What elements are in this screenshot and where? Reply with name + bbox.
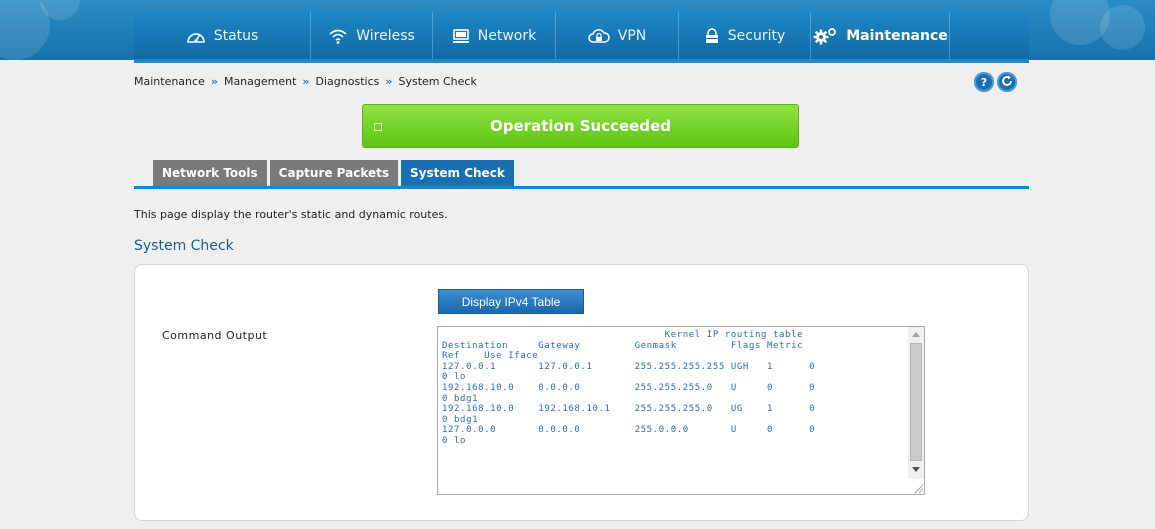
nav-label-security: Security [727, 28, 786, 44]
help-icon: ? [980, 75, 988, 89]
main-navigation: Status Wireless Network VPN Security Mai… [134, 12, 1029, 60]
tabs-underline [134, 186, 1029, 189]
breadcrumb-item[interactable]: Management [224, 75, 296, 88]
lock-icon [704, 28, 720, 44]
nav-item-vpn[interactable]: VPN [555, 12, 678, 60]
scroll-thumb[interactable] [910, 343, 922, 461]
help-button[interactable]: ? [974, 72, 994, 92]
refresh-button[interactable] [997, 72, 1017, 92]
command-output-label: Command Output [162, 329, 268, 342]
breadcrumb: Maintenance » Management » Diagnostics »… [134, 75, 477, 88]
nav-label-wireless: Wireless [356, 28, 415, 44]
tab-network-tools[interactable]: Network Tools [153, 160, 267, 186]
nav-label-network: Network [477, 28, 537, 44]
output-scrollbar[interactable] [908, 327, 924, 479]
nav-underline [134, 59, 1029, 63]
scroll-up-icon[interactable] [912, 332, 920, 337]
nav-item-status[interactable]: Status [134, 12, 310, 60]
section-title: System Check [134, 238, 234, 254]
gauge-icon [186, 28, 206, 44]
tab-capture-packets[interactable]: Capture Packets [269, 160, 399, 186]
success-message: Operation Succeeded [490, 117, 671, 135]
display-ipv4-table-button[interactable]: Display IPv4 Table [438, 289, 584, 314]
cloud-lock-icon [588, 28, 610, 44]
close-icon[interactable] [374, 123, 382, 131]
nav-label-vpn: VPN [617, 28, 647, 44]
refresh-icon [1001, 75, 1013, 90]
nav-item-security[interactable]: Security [678, 12, 810, 60]
tab-bar: Network Tools Capture Packets System Che… [153, 160, 514, 186]
gears-icon [812, 27, 838, 45]
success-banner: Operation Succeeded [362, 104, 799, 148]
breadcrumb-separator: » [302, 75, 310, 88]
command-output-text: Kernel IP routing table Destination Gate… [442, 330, 816, 446]
breadcrumb-separator: » [210, 75, 218, 88]
nav-label-maintenance: Maintenance [846, 28, 948, 44]
breadcrumb-item[interactable]: Diagnostics [316, 75, 380, 88]
breadcrumb-item-current: System Check [398, 75, 477, 88]
nav-item-maintenance[interactable]: Maintenance [810, 12, 950, 60]
nav-label-status: Status [213, 28, 259, 44]
tab-system-check[interactable]: System Check [401, 160, 514, 186]
nav-item-wireless[interactable]: Wireless [310, 12, 432, 60]
breadcrumb-item[interactable]: Maintenance [134, 75, 205, 88]
resize-grip-icon[interactable] [913, 483, 923, 493]
command-output-textarea[interactable]: Kernel IP routing table Destination Gate… [437, 326, 925, 495]
breadcrumb-separator: » [385, 75, 393, 88]
nav-item-network[interactable]: Network [432, 12, 555, 60]
page-description: This page display the router's static an… [134, 208, 448, 221]
wifi-icon [328, 28, 348, 44]
monitor-icon [452, 28, 470, 44]
scroll-down-icon[interactable] [912, 467, 920, 472]
